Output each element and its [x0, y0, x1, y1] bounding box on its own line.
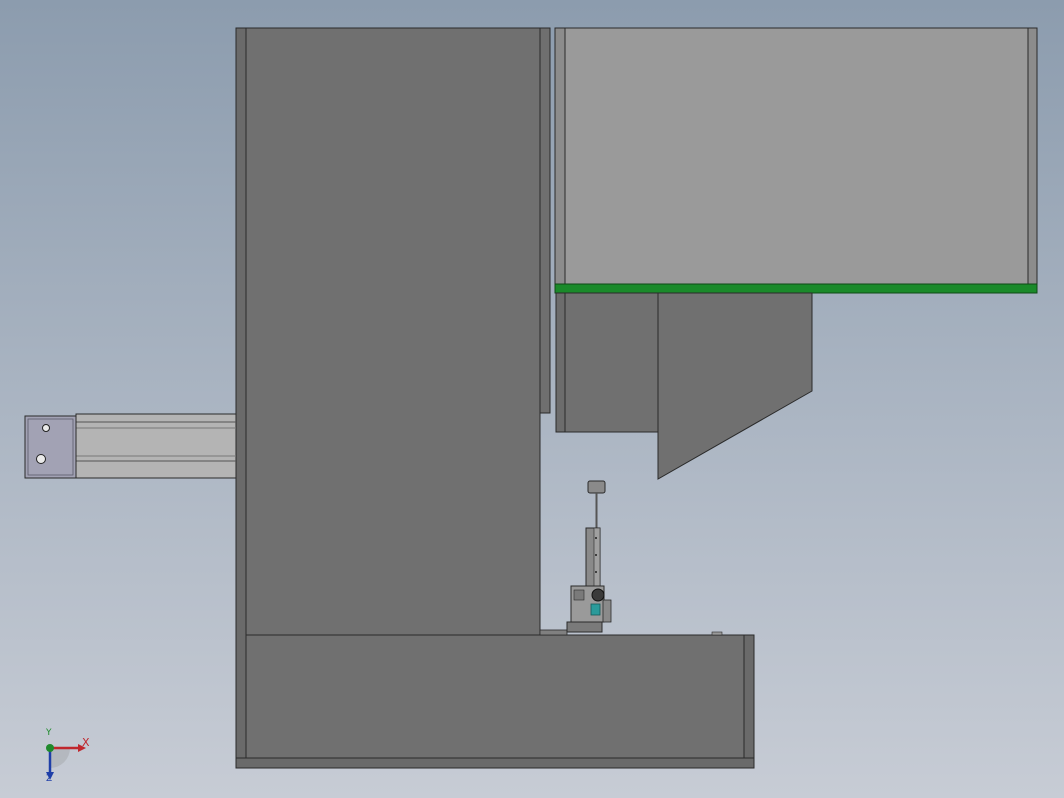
left-arm[interactable]: [24, 413, 237, 479]
upper-housing[interactable]: [554, 27, 1038, 294]
press-head[interactable]: [555, 292, 813, 480]
z-axis-label: Z: [46, 774, 53, 784]
sensor-assembly[interactable]: [566, 480, 612, 633]
y-axis-label: Y: [46, 728, 52, 738]
base-plate[interactable]: [235, 629, 755, 769]
graphics-viewport[interactable]: X Y Z: [0, 0, 1064, 798]
coordinate-triad: X Y Z: [30, 728, 100, 788]
cad-model-view[interactable]: [0, 0, 1064, 798]
x-axis-label: X: [82, 736, 90, 749]
